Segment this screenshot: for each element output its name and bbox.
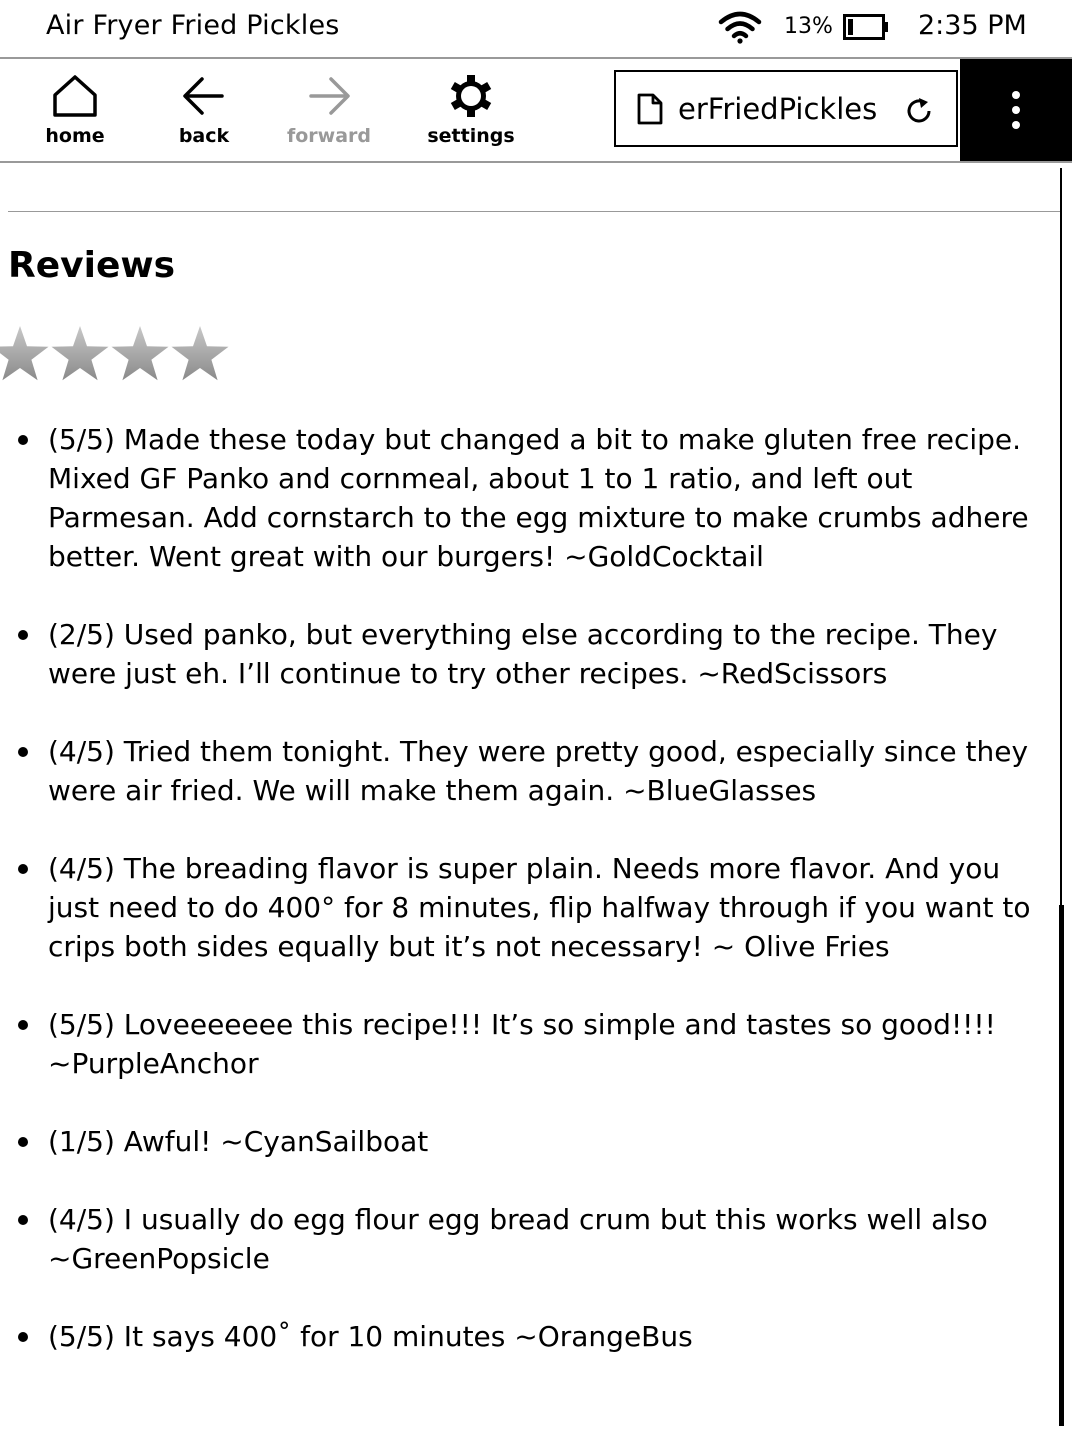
review-text: (2/5) Used panko, but everything else ac… [48, 618, 998, 690]
star-icon [51, 326, 109, 381]
star-icon [0, 326, 49, 381]
document-icon [637, 93, 663, 124]
back-button[interactable]: back [162, 59, 246, 161]
review-text: (5/5) Made these today but changed a bit… [48, 423, 1029, 573]
review-item: (4/5) I usually do egg flour egg bread c… [0, 1200, 1050, 1278]
home-label: home [45, 125, 105, 147]
forward-label: forward [286, 125, 372, 147]
review-text: (5/5) It says 400˚ for 10 minutes ~Orang… [48, 1320, 693, 1353]
bullet [18, 864, 28, 874]
clock: 2:35 PM [918, 10, 1027, 41]
forward-button[interactable]: forward [281, 59, 377, 161]
review-item: (2/5) Used panko, but everything else ac… [0, 615, 1050, 693]
reload-icon[interactable] [904, 96, 934, 126]
back-label: back [178, 125, 230, 147]
review-item: (4/5) Tried them tonight. They were pret… [0, 732, 1050, 810]
review-item: (1/5) Awful! ~CyanSailboat [0, 1122, 1050, 1161]
review-list: (5/5) Made these today but changed a bit… [0, 420, 1050, 1395]
reviews-heading: Reviews [8, 245, 176, 286]
address-bar[interactable]: erFriedPickles [614, 70, 958, 147]
browser-toolbar: home back forward settings erFriedPickle… [0, 59, 1072, 163]
bullet [18, 1215, 28, 1225]
review-item: (5/5) Loveeeeeee this recipe!!! It’s so … [0, 1005, 1050, 1083]
home-icon [53, 75, 97, 117]
url-text: erFriedPickles [678, 91, 878, 126]
review-item: (4/5) The breading flavor is super plain… [0, 849, 1050, 966]
more-menu-button[interactable] [960, 59, 1072, 161]
forward-arrow-icon [309, 77, 350, 115]
star-icon [171, 326, 229, 381]
battery-icon [843, 14, 888, 40]
bullet [18, 1020, 28, 1030]
review-text: (4/5) Tried them tonight. They were pret… [48, 735, 1029, 807]
review-text: (5/5) Loveeeeeee this recipe!!! It’s so … [48, 1008, 996, 1080]
battery-percentage: 13% [784, 14, 833, 39]
book-title: Air Fryer Fried Pickles [46, 10, 340, 41]
more-vertical-icon [1012, 91, 1020, 129]
bullet [18, 435, 28, 445]
review-text: (1/5) Awful! ~CyanSailboat [48, 1125, 429, 1158]
bullet [18, 747, 28, 757]
bullet [18, 630, 28, 640]
divider [8, 211, 1060, 212]
scrollbar-thumb[interactable] [1059, 905, 1064, 1426]
bullet [18, 1137, 28, 1147]
back-arrow-icon [183, 77, 224, 115]
page-content: Reviews (5/5) Made these today but chang… [0, 163, 1060, 1448]
status-bar: Air Fryer Fried Pickles 13% 2:35 PM [0, 0, 1072, 59]
bullet [18, 1332, 28, 1342]
star-rating [0, 326, 229, 381]
review-item: (5/5) It says 400˚ for 10 minutes ~Orang… [0, 1317, 1050, 1356]
review-text: (4/5) I usually do egg flour egg bread c… [48, 1203, 988, 1275]
gear-icon [450, 75, 492, 117]
review-item: (5/5) Made these today but changed a bit… [0, 420, 1050, 576]
star-icon [111, 326, 169, 381]
settings-button[interactable]: settings [424, 59, 518, 161]
wifi-icon [718, 11, 762, 44]
review-text: (4/5) The breading flavor is super plain… [48, 852, 1031, 963]
home-button[interactable]: home [33, 59, 117, 161]
settings-label: settings [427, 125, 515, 147]
